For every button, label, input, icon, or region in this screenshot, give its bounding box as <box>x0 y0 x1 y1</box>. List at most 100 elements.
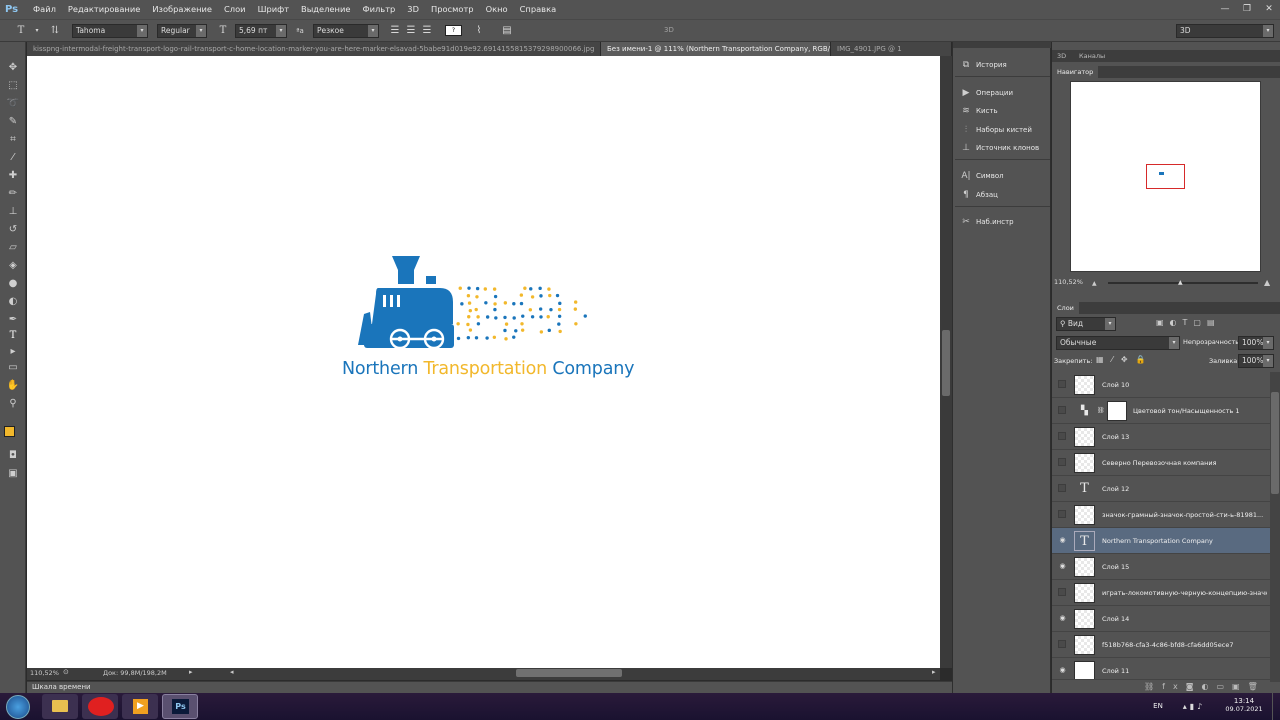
blend-mode-select[interactable]: Обычные ▾ <box>1056 336 1180 350</box>
align-center-icon[interactable]: ☰ <box>404 24 418 38</box>
tab-navigator[interactable]: Навигатор <box>1052 66 1099 78</box>
tab-layers[interactable]: Слои <box>1052 302 1079 314</box>
visibility-toggle[interactable] <box>1058 406 1066 414</box>
brush-tool-icon[interactable]: ✏ <box>4 186 22 202</box>
move-tool-icon[interactable]: ✥ <box>4 60 22 76</box>
tool-preset-dropdown-icon[interactable]: ▾ <box>30 24 44 38</box>
crop-tool-icon[interactable]: ⌗ <box>4 132 22 148</box>
eraser-tool-icon[interactable]: ▱ <box>4 240 22 256</box>
menu-filter[interactable]: Фильтр <box>356 0 401 19</box>
visibility-toggle[interactable] <box>1058 640 1066 648</box>
language-indicator[interactable]: EN <box>1150 693 1166 720</box>
chevron-left-icon[interactable]: ◂ <box>230 668 234 676</box>
clock[interactable]: 13:14 09.07.2021 <box>1222 693 1266 720</box>
layers-footer-icons[interactable]: ⛓fx◙◐▭▣🗑 <box>1144 682 1266 691</box>
history-brush-tool-icon[interactable]: ↺ <box>4 222 22 238</box>
zoom-in-icon[interactable]: ▲ <box>1264 278 1270 287</box>
character-panel-icon[interactable]: ▤ <box>500 24 514 38</box>
tab-untitled-1[interactable]: Без имени-1 @ 111% (Northern Transportat… <box>601 42 831 56</box>
layer-row[interactable]: ◉ Слой 14 <box>1052 606 1270 632</box>
zoom-tool-icon[interactable]: ⚲ <box>4 396 22 412</box>
text-orientation-icon[interactable]: ⇅ <box>48 24 62 38</box>
clone-stamp-tool-icon[interactable]: ⊥ <box>4 204 22 220</box>
panel-clone-source[interactable]: ⊥ Источник клонов <box>959 140 1049 156</box>
eye-icon[interactable]: ◉ <box>1058 563 1067 570</box>
layer-row[interactable]: Слой 10 <box>1052 372 1270 398</box>
start-button[interactable] <box>6 695 30 719</box>
timeline-bar[interactable]: Шкала времени <box>27 681 952 693</box>
layer-row[interactable]: ▚ ⛓ Цветовой тон/Насыщенность 1 <box>1052 398 1270 424</box>
font-family-select[interactable]: Tahoma ▾ <box>72 24 148 38</box>
dodge-tool-icon[interactable]: ◐ <box>4 294 22 310</box>
tab-3d[interactable]: 3D <box>1052 50 1071 62</box>
3d-label[interactable]: 3D <box>664 26 674 34</box>
warp-text-icon[interactable]: ⌇ <box>472 24 486 38</box>
layer-row[interactable]: ◉ Слой 15 <box>1052 554 1270 580</box>
layer-row[interactable]: Слой 13 <box>1052 424 1270 450</box>
tab-kisspng[interactable]: kisspng-intermodal-freight-transport-log… <box>27 42 601 56</box>
text-color-swatch[interactable]: ? <box>445 25 462 36</box>
menu-edit[interactable]: Редактирование <box>62 0 146 19</box>
panel-brush[interactable]: ≋ Кисть <box>959 103 1049 119</box>
layer-row[interactable]: Северно Перевозочная компания <box>1052 450 1270 476</box>
explorer-taskbar-icon[interactable] <box>42 694 78 719</box>
lasso-tool-icon[interactable]: ➰ <box>4 96 22 112</box>
visibility-toggle[interactable] <box>1058 588 1066 596</box>
quick-select-tool-icon[interactable]: ✎ <box>4 114 22 130</box>
menu-layers[interactable]: Слои <box>218 0 252 19</box>
menu-type[interactable]: Шрифт <box>252 0 295 19</box>
pen-tool-icon[interactable]: ✒ <box>4 312 22 328</box>
navigator-zoom[interactable]: 110,52% <box>1054 278 1083 286</box>
panel-actions[interactable]: ▶ Операции <box>959 85 1049 101</box>
layer-row[interactable]: T Слой 12 <box>1052 476 1270 502</box>
healing-brush-tool-icon[interactable]: ✚ <box>4 168 22 184</box>
hand-tool-icon[interactable]: ✋ <box>4 378 22 394</box>
antialias-select[interactable]: Резкое ▾ <box>313 24 379 38</box>
layer-row[interactable]: f518b768-cfa3-4c86-bfd8-cfa6dd05ece7 <box>1052 632 1270 658</box>
font-style-select[interactable]: Regular ▾ <box>157 24 207 38</box>
menu-view[interactable]: Просмотр <box>425 0 480 19</box>
layer-filter-select[interactable]: ⚲ Вид ▾ <box>1056 317 1116 331</box>
photoshop-taskbar-icon[interactable]: Ps <box>162 694 198 719</box>
layer-row[interactable]: играть-локомотивную-черную-концепцию-зна… <box>1052 580 1270 606</box>
visibility-toggle[interactable] <box>1058 458 1066 466</box>
show-desktop-button[interactable] <box>1272 693 1280 720</box>
menu-help[interactable]: Справка <box>514 0 563 19</box>
navigator-view-rect[interactable] <box>1146 164 1185 189</box>
panel-character[interactable]: A| Символ <box>959 168 1049 184</box>
panel-tool-presets[interactable]: ✂ Наб.инстр <box>959 214 1049 230</box>
zoom-out-icon[interactable]: ▲ <box>1092 280 1097 287</box>
layer-row[interactable]: ◉ Слой 11 <box>1052 658 1270 680</box>
zoom-slider[interactable] <box>1108 282 1258 284</box>
eye-icon[interactable]: ◉ <box>1058 615 1067 622</box>
restore-icon[interactable]: ❐ <box>1236 0 1258 19</box>
chevron-right-icon[interactable]: ▸ <box>189 668 193 676</box>
vertical-scroll-thumb[interactable] <box>942 330 950 396</box>
media-player-taskbar-icon[interactable]: ▶ <box>122 694 158 719</box>
chevron-right-icon[interactable]: ▸ <box>932 668 936 676</box>
type-tool-icon[interactable]: T <box>14 24 28 38</box>
foreground-color-swatch[interactable] <box>4 426 15 437</box>
tab-channels[interactable]: Каналы <box>1074 50 1110 62</box>
lock-icons[interactable]: ▦⁄✥🔒 <box>1096 355 1154 364</box>
path-select-tool-icon[interactable]: ▸ <box>4 344 22 360</box>
workspace-select[interactable]: 3D ▾ <box>1176 24 1274 38</box>
screen-mode-icon[interactable]: ▣ <box>4 466 22 482</box>
menu-select[interactable]: Выделение <box>295 0 356 19</box>
zoom-slider-handle[interactable]: ▲ <box>1178 279 1183 286</box>
visibility-toggle[interactable] <box>1058 380 1066 388</box>
eye-icon[interactable]: ◉ <box>1058 537 1067 544</box>
layer-row-selected[interactable]: ◉ T Northern Transportation Company <box>1052 528 1270 554</box>
close-icon[interactable]: ✕ <box>1258 0 1280 19</box>
minimize-icon[interactable]: — <box>1214 0 1236 19</box>
tray-icons[interactable]: ▴▮♪ <box>1174 693 1214 720</box>
rectangle-tool-icon[interactable]: ▭ <box>4 360 22 376</box>
align-left-icon[interactable]: ☰ <box>388 24 402 38</box>
dock-header[interactable] <box>953 42 1051 48</box>
blur-tool-icon[interactable]: ● <box>4 276 22 292</box>
font-size-select[interactable]: 5,69 пт ▾ <box>235 24 287 38</box>
opera-taskbar-icon[interactable] <box>82 694 118 719</box>
opacity-input[interactable]: 100% ▾ <box>1238 336 1274 350</box>
quick-mask-icon[interactable]: ◘ <box>4 448 22 464</box>
eyedropper-tool-icon[interactable]: ⁄ <box>4 150 22 166</box>
